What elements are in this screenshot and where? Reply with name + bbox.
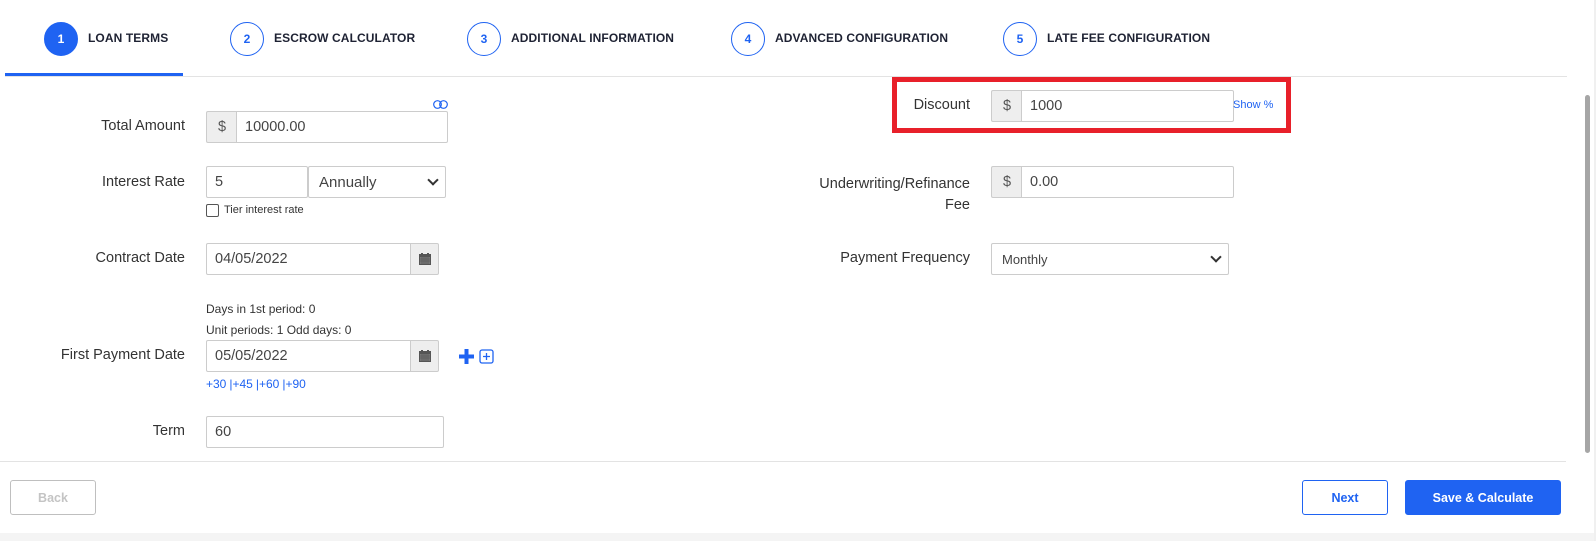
quick-link-plus-60[interactable]: |+60	[256, 377, 279, 391]
tier-interest-label: Tier interest rate	[224, 204, 304, 216]
step-number-badge: 4	[731, 22, 765, 56]
discount-input[interactable]: 1000	[1021, 90, 1234, 122]
interest-rate-input[interactable]: 5	[206, 166, 308, 198]
calendar-icon	[418, 253, 431, 265]
scrollbar-track	[1566, 78, 1596, 461]
tier-interest-checkbox[interactable]	[206, 204, 219, 217]
first-payment-date-label: First Payment Date	[60, 347, 185, 363]
quick-link-plus-90[interactable]: |+90	[282, 377, 305, 391]
loan-wizard-page: 1 LOAN TERMS 2 ESCROW CALCULATOR 3 ADDIT…	[0, 0, 1596, 541]
step-label: ADVANCED CONFIGURATION	[775, 30, 949, 45]
step-number-badge: 3	[467, 22, 501, 56]
unit-periods-info: Unit periods: 1 Odd days: 0	[206, 323, 352, 337]
next-button[interactable]: Next	[1302, 480, 1388, 515]
step-additional-information[interactable]: 3 ADDITIONAL INFORMATION	[467, 22, 674, 56]
currency-addon: $	[991, 166, 1022, 198]
wizard-stepper: 1 LOAN TERMS 2 ESCROW CALCULATOR 3 ADDIT…	[5, 0, 1567, 77]
loan-terms-form: Total Amount $ 10000.00 Interest Rate 5 …	[0, 78, 1566, 461]
step-advanced-configuration[interactable]: 4 ADVANCED CONFIGURATION	[731, 22, 948, 56]
save-calculate-button[interactable]: Save & Calculate	[1405, 480, 1561, 515]
calendar-icon	[418, 350, 431, 362]
payment-frequency-select[interactable]: Monthly	[991, 243, 1229, 275]
add-payment-square-plus-icon[interactable]	[479, 349, 494, 364]
active-step-indicator	[5, 73, 183, 76]
contract-date-input[interactable]: 04/05/2022	[206, 243, 411, 275]
days-in-first-period: Days in 1st period: 0	[206, 302, 316, 316]
interest-rate-label: Interest Rate	[101, 174, 185, 190]
interest-period-selected: Annually	[319, 173, 377, 191]
underwriting-fee-input[interactable]: 0.00	[1021, 166, 1234, 198]
currency-addon: $	[206, 111, 237, 143]
footer-bottom-strip	[0, 533, 1596, 541]
step-loan-terms[interactable]: 1 LOAN TERMS	[44, 22, 168, 56]
interest-period-select[interactable]: Annually	[308, 166, 446, 198]
add-payment-plus-icon[interactable]	[459, 349, 474, 364]
step-label: LATE FEE CONFIGURATION	[1047, 30, 1211, 45]
contract-date-calendar-button[interactable]	[410, 243, 439, 275]
first-payment-date-calendar-button[interactable]	[410, 340, 439, 372]
wizard-footer: Back Next Save & Calculate	[0, 461, 1566, 533]
step-number-badge: 1	[44, 22, 78, 56]
chevron-down-icon	[1210, 251, 1222, 263]
underwriting-fee-label: Underwriting/Refinance Fee	[760, 174, 970, 216]
show-percent-link[interactable]: Show %	[1233, 99, 1273, 111]
contract-date-label: Contract Date	[95, 250, 185, 266]
currency-addon: $	[991, 90, 1022, 122]
quick-date-links: +30 |+45 |+60 |+90	[206, 377, 306, 391]
quick-link-plus-45[interactable]: |+45	[229, 377, 252, 391]
chevron-down-icon	[427, 174, 439, 186]
total-amount-input[interactable]: 10000.00	[236, 111, 448, 143]
payment-frequency-selected: Monthly	[1002, 251, 1048, 267]
term-input[interactable]: 60	[206, 416, 444, 448]
toggle-icon[interactable]	[433, 96, 448, 109]
step-label: ESCROW CALCULATOR	[274, 30, 416, 45]
underwriting-fee-label-line2: Fee	[945, 197, 970, 213]
back-button[interactable]: Back	[10, 480, 96, 515]
step-escrow-calculator[interactable]: 2 ESCROW CALCULATOR	[230, 22, 415, 56]
first-payment-date-input[interactable]: 05/05/2022	[206, 340, 411, 372]
step-label: ADDITIONAL INFORMATION	[511, 30, 675, 45]
underwriting-fee-label-line1: Underwriting/Refinance	[819, 176, 970, 192]
step-label: LOAN TERMS	[88, 30, 169, 45]
step-number-badge: 2	[230, 22, 264, 56]
total-amount-label: Total Amount	[101, 118, 185, 134]
quick-link-plus-30[interactable]: +30	[206, 377, 226, 391]
scrollbar-thumb[interactable]	[1585, 95, 1590, 453]
term-label: Term	[152, 423, 185, 439]
step-number-badge: 5	[1003, 22, 1037, 56]
step-late-fee-configuration[interactable]: 5 LATE FEE CONFIGURATION	[1003, 22, 1210, 56]
discount-label: Discount	[913, 97, 970, 113]
payment-frequency-label: Payment Frequency	[840, 250, 970, 266]
